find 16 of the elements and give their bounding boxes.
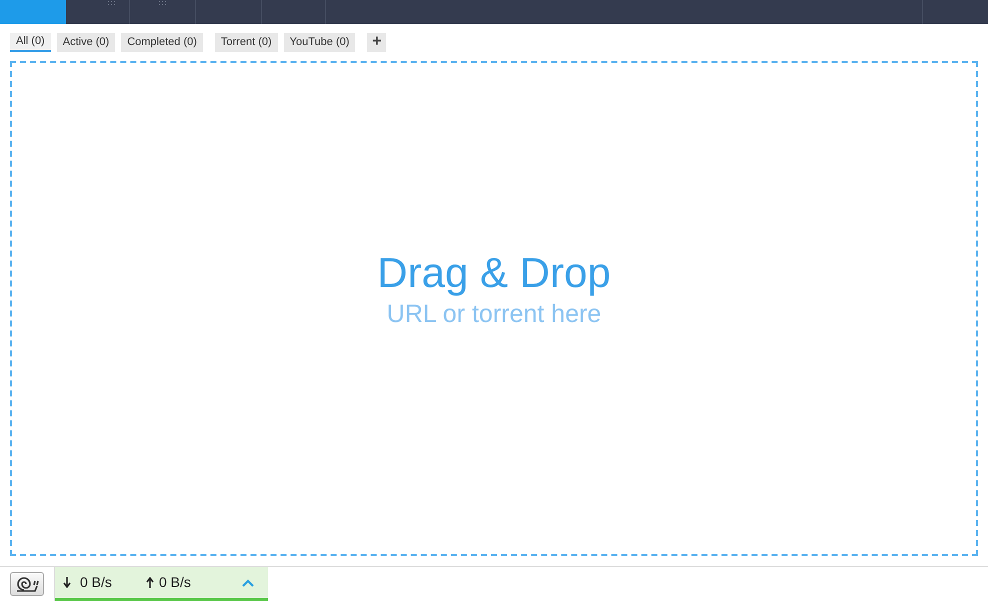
add-filter-button[interactable]: + bbox=[367, 32, 386, 52]
filter-tab[interactable]: All (0) bbox=[10, 32, 51, 52]
download-arrow-icon bbox=[63, 577, 71, 588]
filter-tab[interactable]: Torrent (0) bbox=[214, 32, 278, 52]
toolbar-tab[interactable] bbox=[0, 0, 66, 24]
expand-chevron-icon[interactable] bbox=[242, 578, 254, 586]
upload-speed: 0 B/s bbox=[159, 573, 191, 592]
filter-tab[interactable]: Active (0) bbox=[56, 32, 116, 52]
drop-zone-subtitle: URL or torrent here bbox=[386, 299, 602, 330]
filter-tab[interactable]: YouTube (0) bbox=[284, 32, 356, 52]
upload-arrow-icon bbox=[146, 577, 154, 588]
speed-limit-button[interactable] bbox=[10, 572, 44, 596]
filter-tab[interactable]: Completed (0) bbox=[121, 32, 203, 52]
drop-zone-title: Drag & Drop bbox=[377, 248, 611, 298]
download-speed: 0 B/s bbox=[80, 573, 113, 592]
snail-icon bbox=[15, 576, 39, 592]
